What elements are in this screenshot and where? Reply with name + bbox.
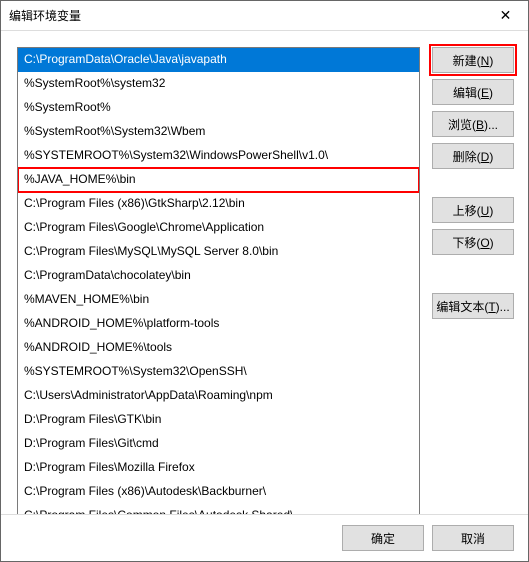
dialog-window: 编辑环境变量 ✕ C:\ProgramData\Oracle\Java\java… bbox=[0, 0, 529, 562]
ok-button[interactable]: 确定 bbox=[342, 525, 424, 551]
close-button[interactable]: ✕ bbox=[483, 1, 528, 30]
window-title: 编辑环境变量 bbox=[9, 7, 483, 24]
edit-text-button[interactable]: 编辑文本(T)... bbox=[432, 293, 514, 319]
list-item[interactable]: C:\Program Files (x86)\GtkSharp\2.12\bin bbox=[18, 192, 419, 216]
titlebar: 编辑环境变量 ✕ bbox=[1, 1, 528, 31]
list-item[interactable]: D:\Program Files\GTK\bin bbox=[18, 408, 419, 432]
new-button[interactable]: 新建(N) bbox=[432, 47, 514, 73]
footer: 确定 取消 bbox=[1, 514, 528, 561]
edit-button[interactable]: 编辑(E) bbox=[432, 79, 514, 105]
list-item[interactable]: %ANDROID_HOME%\tools bbox=[18, 336, 419, 360]
list-item[interactable]: %SYSTEMROOT%\System32\WindowsPowerShell\… bbox=[18, 144, 419, 168]
delete-button[interactable]: 删除(D) bbox=[432, 143, 514, 169]
list-item[interactable]: D:\Program Files\Git\cmd bbox=[18, 432, 419, 456]
list-item[interactable]: %JAVA_HOME%\bin bbox=[18, 168, 419, 192]
list-item[interactable]: D:\Program Files\Mozilla Firefox bbox=[18, 456, 419, 480]
close-icon: ✕ bbox=[500, 7, 512, 24]
list-item[interactable]: %SystemRoot%\system32 bbox=[18, 72, 419, 96]
list-item[interactable]: C:\Program Files\MySQL\MySQL Server 8.0\… bbox=[18, 240, 419, 264]
list-item[interactable]: %MAVEN_HOME%\bin bbox=[18, 288, 419, 312]
list-item[interactable]: C:\Program Files\Google\Chrome\Applicati… bbox=[18, 216, 419, 240]
browse-button[interactable]: 浏览(B)... bbox=[432, 111, 514, 137]
content-area: C:\ProgramData\Oracle\Java\javapath%Syst… bbox=[1, 31, 528, 514]
list-item[interactable]: C:\Program Files (x86)\Autodesk\Backburn… bbox=[18, 480, 419, 504]
move-up-button[interactable]: 上移(U) bbox=[432, 197, 514, 223]
list-item[interactable]: C:\Users\Administrator\AppData\Roaming\n… bbox=[18, 384, 419, 408]
list-item[interactable]: C:\ProgramData\chocolatey\bin bbox=[18, 264, 419, 288]
list-item[interactable]: %SystemRoot%\System32\Wbem bbox=[18, 120, 419, 144]
move-down-button[interactable]: 下移(O) bbox=[432, 229, 514, 255]
cancel-button[interactable]: 取消 bbox=[432, 525, 514, 551]
list-item[interactable]: %SystemRoot% bbox=[18, 96, 419, 120]
list-item[interactable]: %SYSTEMROOT%\System32\OpenSSH\ bbox=[18, 360, 419, 384]
list-item[interactable]: C:\Program Files\Common Files\Autodesk S… bbox=[18, 504, 419, 514]
button-column: 新建(N) 编辑(E) 浏览(B)... 删除(D) 上移(U) 下移(O) 编… bbox=[432, 47, 514, 514]
list-item[interactable]: %ANDROID_HOME%\platform-tools bbox=[18, 312, 419, 336]
path-listbox[interactable]: C:\ProgramData\Oracle\Java\javapath%Syst… bbox=[17, 47, 420, 514]
list-item[interactable]: C:\ProgramData\Oracle\Java\javapath bbox=[18, 48, 419, 72]
